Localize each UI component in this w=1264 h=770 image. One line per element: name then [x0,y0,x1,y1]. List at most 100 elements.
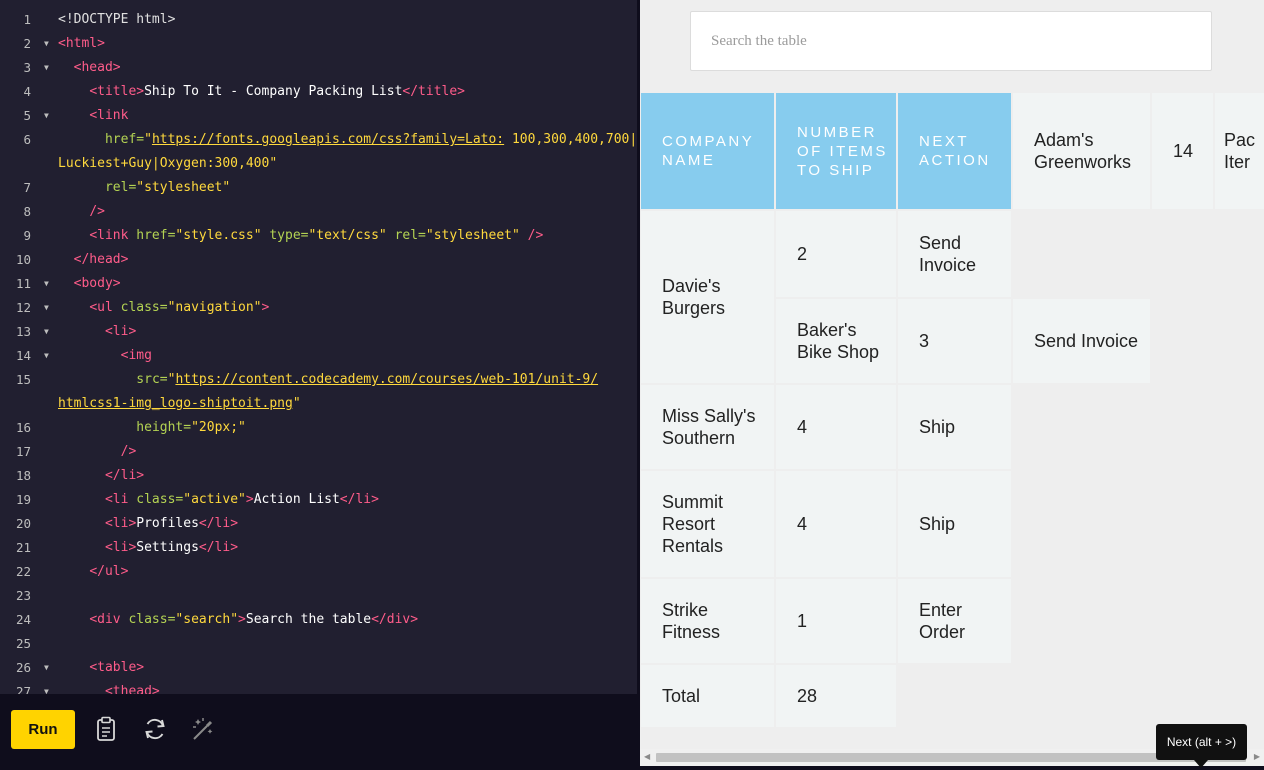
fold-arrow-icon[interactable]: ▼ [44,680,54,694]
line-number: 9 [23,228,31,243]
code-line[interactable]: Luckiest+Guy|Oxygen:300,400" [0,152,637,176]
code-text: <!DOCTYPE html> [58,12,176,27]
code-line[interactable]: htmlcss1-img_logo-shiptoit.png" [0,392,637,416]
code-line[interactable]: 27 ▼ <thead> [0,680,637,694]
code-line[interactable]: 10 </head> [0,248,637,272]
table-cell: 4 [776,471,896,577]
table-cell: Strike Fitness [641,579,774,663]
clipboard-icon[interactable] [93,714,121,744]
fold-arrow-icon[interactable]: ▼ [44,296,54,320]
code-line[interactable]: 22 </ul> [0,560,637,584]
scroll-left-arrow-icon[interactable]: ◀ [644,752,650,761]
code-text: <head> [73,60,121,75]
scroll-right-arrow-icon[interactable]: ▶ [1254,752,1260,761]
code-text: <table> [89,660,145,675]
table-cell: 14 [1152,93,1213,209]
code-text: <ul class="navigation"> [89,300,270,315]
code-line[interactable]: 25 [0,632,637,656]
code-text: </ul> [89,564,129,579]
code-text: href="https://fonts.googleapis.com/css?f… [104,132,637,147]
line-number: 26 [15,660,31,675]
code-line[interactable]: 8 /> [0,200,637,224]
line-number: 12 [15,300,31,315]
code-text: <title>Ship To It - Company Packing List… [89,84,466,99]
run-button[interactable]: Run [11,710,75,749]
line-number: 19 [15,492,31,507]
code-text: <body> [73,276,121,291]
code-line[interactable]: 13 ▼ <li> [0,320,637,344]
refresh-icon[interactable] [141,714,169,744]
fold-arrow-icon[interactable]: ▼ [44,656,54,680]
header-number-of-items: Number of items to ship [776,93,896,209]
fold-arrow-icon[interactable]: ▼ [44,56,54,80]
table-cell: 1 [776,579,896,663]
fold-arrow-icon[interactable]: ▼ [44,272,54,296]
code-line[interactable]: 15 src="https://content.codecademy.com/co… [0,368,637,392]
code-text: /> [120,444,137,459]
code-text: <html> [58,36,105,51]
table-cell: Ship [898,385,1011,469]
line-number: 22 [15,564,31,579]
code-line[interactable]: 26 ▼ <table> [0,656,637,680]
code-line[interactable]: 20 <li>Profiles</li> [0,512,637,536]
code-line[interactable]: 6 href="https://fonts.googleapis.com/css?… [0,128,637,152]
code-line[interactable]: 23 [0,584,637,608]
code-line[interactable]: 9 <link href="style.css" type="text/css" … [0,224,637,248]
code-line[interactable]: 11 ▼ <body> [0,272,637,296]
line-number: 20 [15,516,31,531]
code-line[interactable]: 12 ▼ <ul class="navigation"> [0,296,637,320]
code-line[interactable]: 3 ▼ <head> [0,56,637,80]
code-line[interactable]: 24 <div class="search">Search the table</… [0,608,637,632]
line-number: 15 [15,372,31,387]
code-text: htmlcss1-img_logo-shiptoit.png" [58,396,301,411]
code-line[interactable]: 1 <!DOCTYPE html> [0,8,637,32]
fold-arrow-icon[interactable]: ▼ [44,104,54,128]
search-input[interactable]: Search the table [690,11,1212,71]
bottom-strip [640,766,1264,770]
code-line[interactable]: 17 /> [0,440,637,464]
table-cell: Total [641,665,774,727]
code-text: /> [89,204,105,219]
code-text: height="20px;" [136,420,246,435]
code-line[interactable]: 7 rel="stylesheet" [0,176,637,200]
code-line[interactable]: 2 ▼ <html> [0,32,637,56]
browser-preview: Search the table Company Name Number of … [640,0,1264,766]
code-line[interactable]: 4 <title>Ship To It - Company Packing Lis… [0,80,637,104]
code-line[interactable]: 18 </li> [0,464,637,488]
code-line[interactable]: 21 <li>Settings</li> [0,536,637,560]
code-editor[interactable]: 1 <!DOCTYPE html> 2 ▼ <html> 3 ▼ <head> 4 <title>… [0,0,637,694]
code-text: <li>Profiles</li> [104,516,239,531]
code-line[interactable]: 5 ▼ <link [0,104,637,128]
line-number: 2 [23,36,31,51]
tooltip-arrow [1194,760,1208,768]
code-text: <li class="active">Action List</li> [104,492,379,507]
code-text: <li>Settings</li> [104,540,239,555]
table-cell: Send Invoice [898,211,1011,297]
table-cell: Pac Iter [1215,93,1264,209]
code-text: </li> [104,468,145,483]
code-text: <link href="style.css" type="text/css" r… [89,228,544,243]
table-cell: Ship [898,471,1011,577]
code-text: <div class="search">Search the table</di… [89,612,419,627]
line-number: 24 [15,612,31,627]
line-number: 17 [15,444,31,459]
code-text: </head> [73,252,129,267]
code-line[interactable]: 19 <li class="active">Action List</li> [0,488,637,512]
magic-wand-icon[interactable] [189,714,217,744]
line-number: 16 [15,420,31,435]
line-number: 3 [23,60,31,75]
line-number: 23 [15,588,31,603]
table-cell: Davie's Burgers [641,211,774,383]
fold-arrow-icon[interactable]: ▼ [44,344,54,368]
fold-arrow-icon[interactable]: ▼ [44,32,54,56]
table-cell: Miss Sally's Southern [641,385,774,469]
table-cell: 2 [776,211,896,297]
table-cell: Summit Resort Rentals [641,471,774,577]
line-number: 7 [23,180,31,195]
line-number: 8 [23,204,31,219]
code-text: <thead> [104,684,160,694]
code-line[interactable]: 14 ▼ <img [0,344,637,368]
code-line[interactable]: 16 height="20px;" [0,416,637,440]
fold-arrow-icon[interactable]: ▼ [44,320,54,344]
line-number: 13 [15,324,31,339]
